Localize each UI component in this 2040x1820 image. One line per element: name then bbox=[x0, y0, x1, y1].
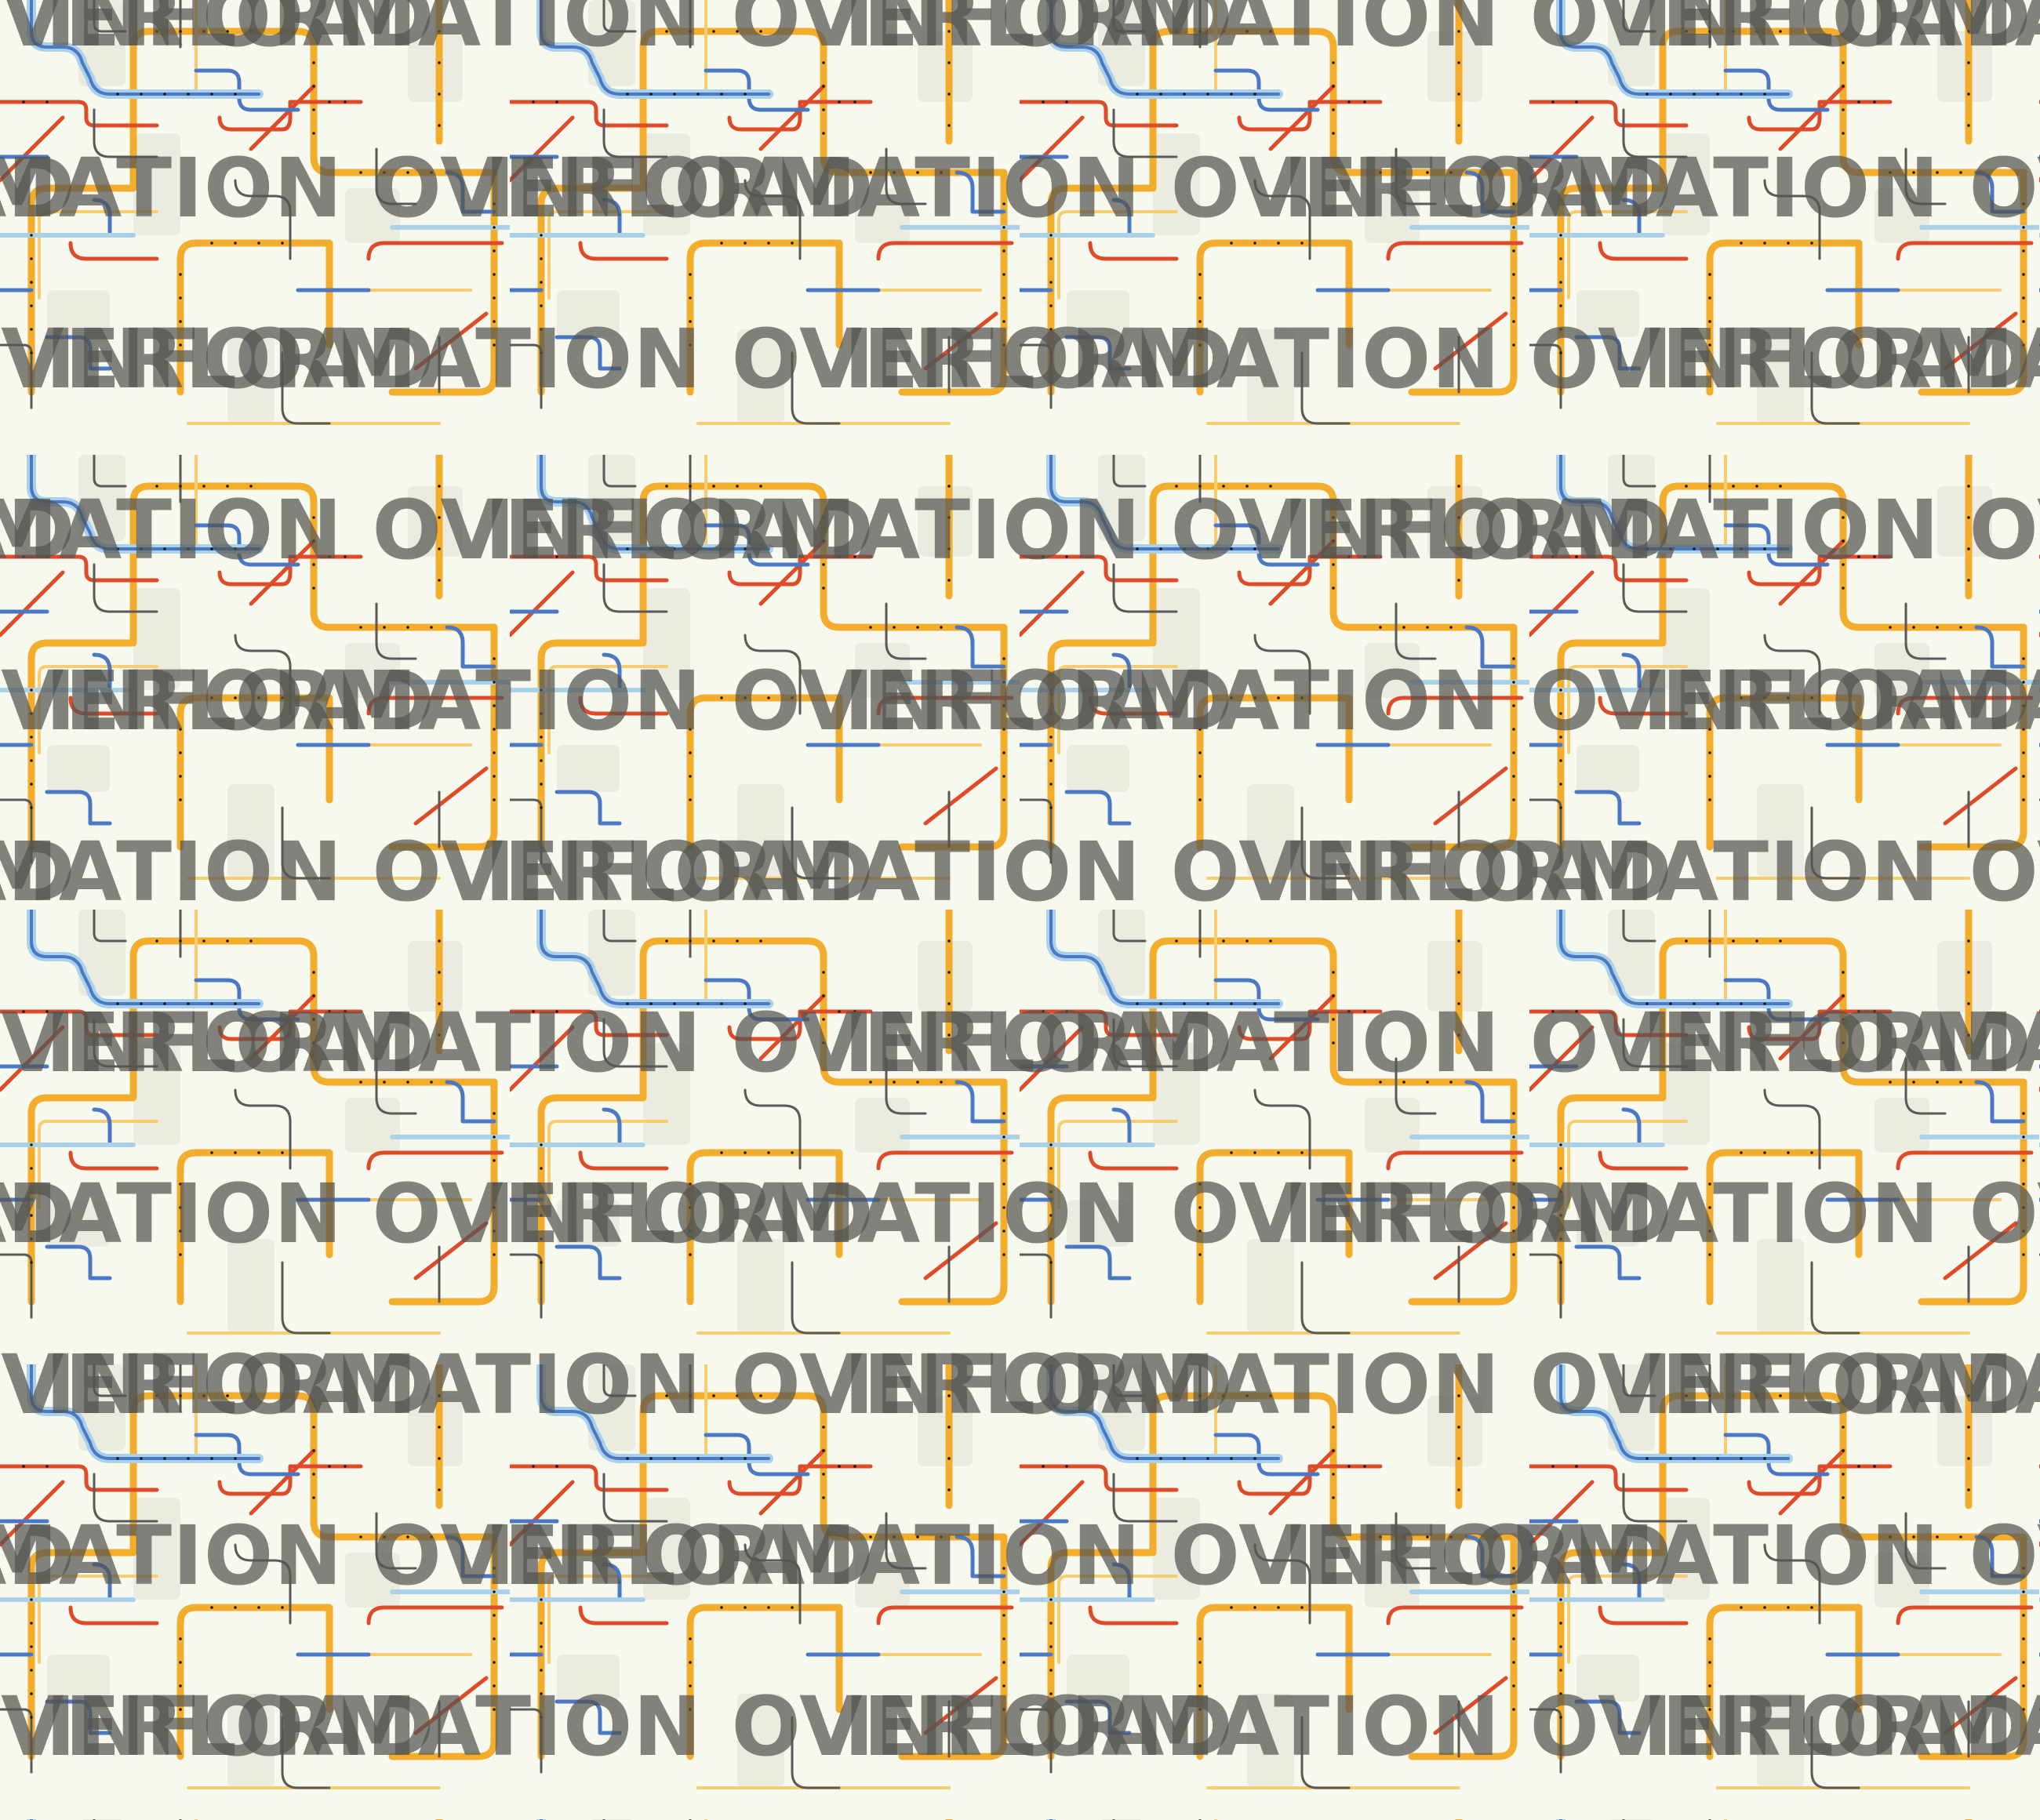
transit-map-pattern bbox=[0, 0, 2040, 1820]
transit-pattern-canvas: INFORMATION OVERLOADINFORMATION OVERLOAD… bbox=[0, 0, 2040, 1820]
